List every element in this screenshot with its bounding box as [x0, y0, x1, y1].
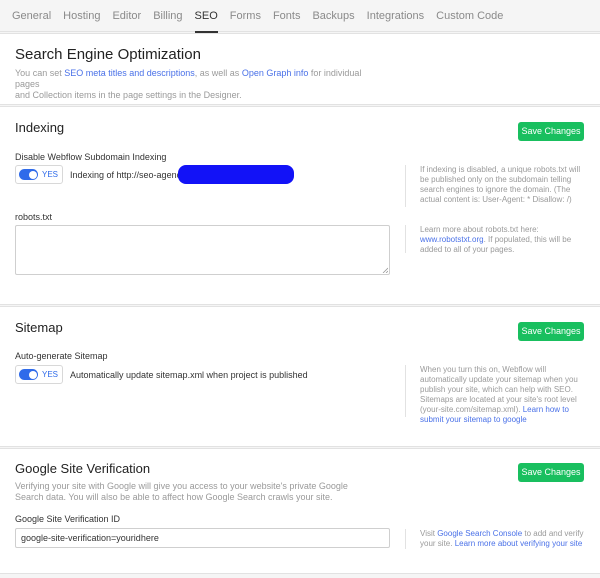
sitemap-label: Auto-generate Sitemap — [15, 351, 108, 361]
sitemap-save-button[interactable]: Save Changes — [518, 322, 584, 341]
robots-help-pre: Learn more about robots.txt here: — [420, 225, 539, 234]
indexing-toggle-text: Indexing of http://seo-agency- — [70, 170, 189, 180]
sitemap-help-text: When you turn this on, Webflow will auto… — [405, 365, 590, 424]
learn-verifying-link[interactable]: Learn more about verifying your site — [455, 539, 583, 548]
robots-help-text: Learn more about robots.txt here: www.ro… — [405, 225, 590, 254]
page-title: Search Engine Optimization — [15, 46, 201, 63]
open-graph-link[interactable]: Open Graph info — [242, 68, 309, 78]
verification-description: Verifying your site with Google will giv… — [15, 481, 348, 502]
tab-fonts[interactable]: Fonts — [267, 0, 307, 32]
verification-save-button[interactable]: Save Changes — [518, 463, 584, 482]
settings-tabs: General Hosting Editor Billing SEO Forms… — [0, 0, 600, 33]
tab-general[interactable]: General — [6, 0, 57, 32]
toggle-switch-icon — [19, 369, 38, 380]
verification-panel: Google Site Verification Save Changes Ve… — [0, 448, 600, 574]
tab-forms[interactable]: Forms — [224, 0, 267, 32]
disable-indexing-toggle[interactable]: YES — [15, 165, 63, 184]
seo-desc-text-mid: , as well as — [194, 68, 242, 78]
verification-help-text: Visit Google Search Console to add and v… — [405, 529, 590, 549]
disable-indexing-label: Disable Webflow Subdomain Indexing — [15, 152, 167, 162]
seo-description: You can set SEO meta titles and descript… — [15, 68, 375, 101]
tab-backups[interactable]: Backups — [306, 0, 360, 32]
sitemap-title: Sitemap — [15, 320, 63, 335]
tab-billing[interactable]: Billing — [147, 0, 188, 32]
tab-editor[interactable]: Editor — [106, 0, 147, 32]
verification-id-input[interactable] — [15, 528, 390, 548]
verification-title: Google Site Verification — [15, 461, 151, 476]
toggle-state: YES — [42, 370, 59, 379]
toggle-switch-icon — [19, 169, 38, 180]
sitemap-toggle[interactable]: YES — [15, 365, 63, 384]
robots-label: robots.txt — [15, 212, 53, 222]
search-console-link[interactable]: Google Search Console — [437, 529, 522, 538]
indexing-save-button[interactable]: Save Changes — [518, 122, 584, 141]
tab-hosting[interactable]: Hosting — [57, 0, 106, 32]
robotstxt-link[interactable]: www.robotstxt.org — [420, 235, 484, 244]
indexing-title: Indexing — [15, 120, 65, 135]
indexing-help-text: If indexing is disabled, a unique robots… — [405, 165, 590, 207]
seo-desc-line2: and Collection items in the page setting… — [15, 90, 242, 100]
verification-id-label: Google Site Verification ID — [15, 514, 121, 524]
indexing-panel: Indexing Save Changes Disable Webflow Su… — [0, 106, 600, 305]
resize-grip-icon[interactable] — [382, 267, 388, 273]
robots-textarea[interactable] — [15, 225, 390, 275]
redacted-domain — [178, 165, 294, 184]
sitemap-panel: Sitemap Save Changes Auto-generate Sitem… — [0, 306, 600, 447]
seo-header-panel: Search Engine Optimization You can set S… — [0, 33, 600, 105]
seo-meta-link[interactable]: SEO meta titles and descriptions — [64, 68, 195, 78]
seo-desc-text: You can set — [15, 68, 65, 78]
sitemap-toggle-text: Automatically update sitemap.xml when pr… — [70, 370, 308, 380]
tab-seo[interactable]: SEO — [189, 0, 224, 33]
toggle-state: YES — [42, 170, 59, 179]
verification-help-pre: Visit — [420, 529, 438, 538]
tab-integrations[interactable]: Integrations — [361, 0, 430, 32]
tab-custom-code[interactable]: Custom Code — [430, 0, 509, 32]
